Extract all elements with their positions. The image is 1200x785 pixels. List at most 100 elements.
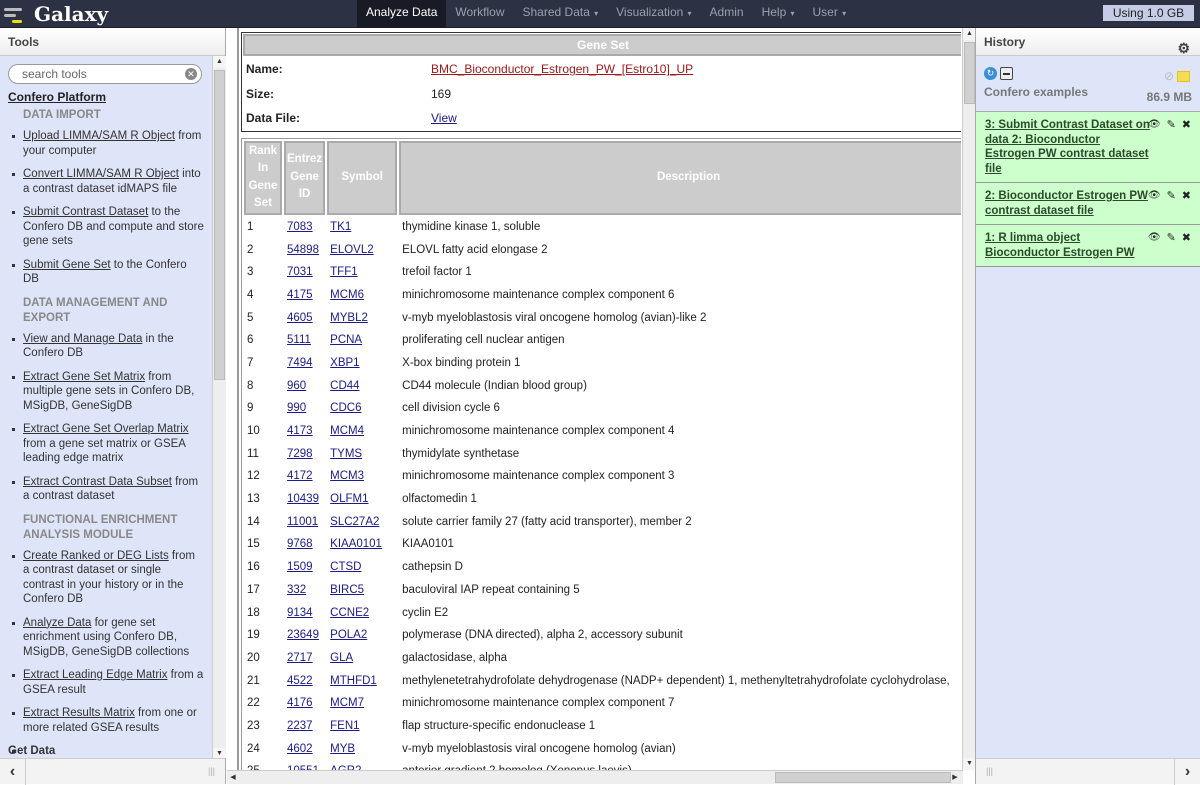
refresh-icon[interactable]: ↻ (984, 67, 997, 80)
symbol-link[interactable]: CCNE2 (330, 607, 369, 619)
tool-panel-scrollbar[interactable]: ▲ ▼ (212, 56, 226, 760)
tool-link[interactable]: Extract Gene Set Overlap Matrix (23, 423, 189, 435)
entrez-id-link[interactable]: 1509 (287, 561, 313, 573)
symbol-link[interactable]: KIAA0101 (330, 538, 382, 550)
symbol-link[interactable]: MYBL2 (330, 312, 368, 324)
brand[interactable]: Galaxy (4, 0, 108, 28)
entrez-id-link[interactable]: 9768 (287, 538, 313, 550)
entrez-id-link[interactable]: 4173 (287, 425, 313, 437)
entrez-id-link[interactable]: 7031 (287, 266, 313, 278)
tool-link[interactable]: Create Ranked or DEG Lists (23, 550, 169, 562)
column-header-description[interactable]: Description (399, 140, 961, 215)
nav-analyze-data[interactable]: Analyze Data (357, 0, 447, 28)
scroll-thumb[interactable] (775, 772, 951, 783)
tool-link[interactable]: Extract Leading Edge Matrix (23, 669, 167, 681)
symbol-link[interactable]: GLA (330, 652, 353, 664)
nav-user[interactable]: User ▾ (804, 0, 856, 28)
delete-icon[interactable]: ✖ (1182, 189, 1191, 204)
collapse-right-panel-icon[interactable]: › (1174, 759, 1200, 785)
symbol-link[interactable]: MCM3 (330, 470, 364, 482)
nav-admin[interactable]: Admin (701, 0, 753, 28)
nav-workflow[interactable]: Workflow (446, 0, 513, 28)
column-header-symbol[interactable]: Symbol (327, 140, 398, 215)
tool-link[interactable]: Upload LIMMA/SAM R Object (23, 130, 175, 142)
tool-section-get-data[interactable]: Get Data (8, 744, 204, 759)
entrez-id-link[interactable]: 7298 (287, 448, 313, 460)
dataset-title[interactable]: 2: Bioconductor Estrogen PW contrast dat… (985, 190, 1148, 217)
symbol-link[interactable]: ELOVL2 (330, 244, 373, 256)
scroll-left-icon[interactable]: ◀ (227, 771, 239, 784)
entrez-id-link[interactable]: 9134 (287, 607, 313, 619)
entrez-id-link[interactable]: 5111 (287, 334, 311, 346)
entrez-id-link[interactable]: 960 (287, 380, 306, 392)
resize-handle-icon[interactable]: ||| (208, 766, 215, 776)
nav-help[interactable]: Help ▾ (753, 0, 804, 28)
entrez-id-link[interactable]: 4172 (287, 470, 313, 482)
symbol-link[interactable]: MCM4 (330, 425, 364, 437)
entrez-id-link[interactable]: 2717 (287, 652, 313, 664)
symbol-link[interactable]: CD44 (330, 380, 359, 392)
entrez-id-link[interactable]: 4176 (287, 697, 313, 709)
entrez-id-link[interactable]: 10439 (287, 493, 319, 505)
symbol-link[interactable]: XBP1 (330, 357, 359, 369)
nav-visualization[interactable]: Visualization ▾ (607, 0, 700, 28)
entrez-id-link[interactable]: 11001 (287, 516, 318, 528)
symbol-link[interactable]: FEN1 (330, 720, 359, 732)
nav-shared-data[interactable]: Shared Data ▾ (514, 0, 608, 28)
pencil-icon[interactable]: ✎ (1167, 189, 1176, 204)
tool-link[interactable]: Extract Results Matrix (23, 707, 135, 719)
clear-search-icon[interactable]: ✕ (185, 68, 197, 80)
collapse-all-icon[interactable] (1000, 67, 1013, 80)
tool-link[interactable]: Extract Contrast Data Subset (23, 476, 172, 488)
scroll-right-icon[interactable]: ▶ (949, 771, 961, 784)
dataset-title[interactable]: 1: R limma object Bioconductor Estrogen … (985, 232, 1135, 259)
collapse-left-panel-icon[interactable]: ‹ (0, 759, 26, 785)
entrez-id-link[interactable]: 4175 (287, 289, 313, 301)
symbol-link[interactable]: OLFM1 (330, 493, 368, 505)
symbol-link[interactable]: POLA2 (330, 629, 367, 641)
delete-icon[interactable]: ✖ (1182, 231, 1191, 246)
tool-section-confero[interactable]: Confero Platform (8, 90, 204, 104)
entrez-id-link[interactable]: 2237 (287, 720, 313, 732)
center-vertical-scrollbar[interactable]: ▲ ▼ (962, 28, 976, 770)
symbol-link[interactable]: BIRC5 (330, 584, 364, 596)
symbol-link[interactable]: TFF1 (330, 266, 357, 278)
symbol-link[interactable]: SLC27A2 (330, 516, 379, 528)
view-data-file-link[interactable]: View (431, 111, 457, 125)
symbol-link[interactable]: MYB (330, 743, 355, 755)
symbol-link[interactable]: TYMS (330, 448, 362, 460)
column-header-rank[interactable]: Rank In Gene Set (244, 140, 282, 215)
center-horizontal-scrollbar[interactable]: ◀ ▶ (227, 770, 963, 784)
tool-link[interactable]: Submit Contrast Dataset (23, 206, 148, 218)
pencil-icon[interactable]: ✎ (1167, 231, 1176, 246)
scroll-thumb[interactable] (214, 70, 225, 380)
symbol-link[interactable]: MCM7 (330, 697, 364, 709)
tool-link[interactable]: Analyze Data (23, 617, 91, 629)
entrez-id-link[interactable]: 332 (287, 584, 306, 596)
symbol-link[interactable]: CTSD (330, 561, 361, 573)
entrez-id-link[interactable]: 23649 (287, 629, 319, 641)
eye-icon[interactable]: 👁 (1148, 231, 1161, 246)
symbol-link[interactable]: CDC6 (330, 402, 361, 414)
eye-icon[interactable]: 👁 (1148, 118, 1161, 133)
tags-icon[interactable]: ⊘ (1164, 69, 1174, 83)
tool-link[interactable]: Extract Gene Set Matrix (23, 371, 145, 383)
delete-icon[interactable]: ✖ (1182, 118, 1191, 133)
entrez-id-link[interactable]: 4605 (287, 312, 313, 324)
entrez-id-link[interactable]: 7083 (287, 221, 313, 233)
symbol-link[interactable]: MTHFD1 (330, 675, 377, 687)
annotation-icon[interactable] (1177, 70, 1190, 82)
search-tools-input[interactable]: search tools ✕ (8, 64, 202, 84)
gene-set-name-link[interactable]: BMC_Bioconductor_Estrogen_PW_[Estro10]_U… (431, 62, 693, 76)
column-header-entrez-id[interactable]: Entrez Gene ID (284, 140, 326, 215)
scroll-up-icon[interactable]: ▲ (213, 56, 226, 68)
tool-link[interactable]: Convert LIMMA/SAM R Object (23, 168, 179, 180)
tool-link[interactable]: View and Manage Data (23, 333, 142, 345)
entrez-id-link[interactable]: 990 (287, 402, 306, 414)
entrez-id-link[interactable]: 54898 (287, 244, 319, 256)
symbol-link[interactable]: TK1 (330, 221, 351, 233)
entrez-id-link[interactable]: 7494 (287, 357, 313, 369)
symbol-link[interactable]: MCM6 (330, 289, 364, 301)
eye-icon[interactable]: 👁 (1148, 189, 1161, 204)
pencil-icon[interactable]: ✎ (1167, 118, 1176, 133)
